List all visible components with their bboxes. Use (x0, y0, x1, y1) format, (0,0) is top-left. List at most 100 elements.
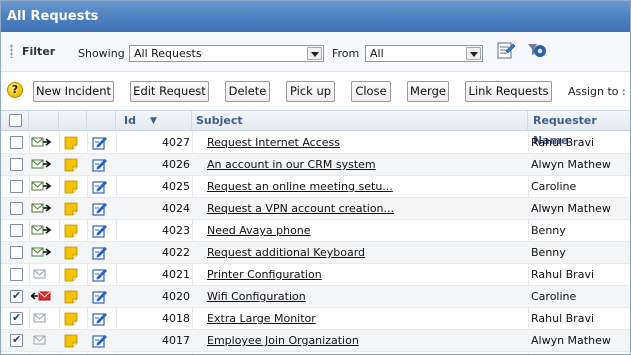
note-icon[interactable] (64, 158, 78, 172)
showing-label: Showing (78, 47, 125, 60)
request-subject-link[interactable]: An account in our CRM system (207, 158, 376, 171)
table-row[interactable]: 4026 An account in our CRM system Alwyn Ma… (1, 154, 630, 176)
edit-icon[interactable] (92, 246, 108, 260)
edit-icon[interactable] (92, 334, 108, 348)
filter-label: Filter (22, 45, 56, 58)
row-checkbox[interactable] (10, 224, 23, 237)
new-incident-button[interactable]: New Incident (33, 81, 114, 102)
note-icon[interactable] (64, 180, 78, 194)
row-checkbox[interactable] (10, 158, 23, 171)
requester-name: Alwyn Mathew (531, 202, 611, 215)
note-icon[interactable] (64, 334, 78, 348)
request-id: 4022 (162, 246, 190, 259)
request-id: 4027 (162, 136, 190, 149)
request-id: 4023 (162, 224, 190, 237)
request-subject-cell: Extra Large Monitor (207, 308, 525, 330)
edit-icon[interactable] (92, 312, 108, 326)
request-subject-link[interactable]: Request Internet Access (207, 136, 340, 149)
note-icon[interactable] (64, 224, 78, 238)
row-checkbox[interactable] (10, 289, 23, 303)
chevron-down-icon[interactable] (307, 47, 322, 60)
requester-column-header[interactable]: Requester Name (528, 111, 630, 147)
requester-name: Benny (531, 246, 566, 259)
request-id: 4020 (162, 290, 190, 303)
row-checkbox[interactable] (10, 246, 23, 259)
merge-button[interactable]: Merge (407, 81, 449, 102)
edit-icon[interactable] (92, 224, 108, 238)
showing-select-value: All Requests (134, 47, 202, 60)
table-row[interactable]: 4024 Request a VPN account creation... Alw… (1, 198, 630, 220)
requests-window: All Requests Filter Showing From All Req… (0, 0, 631, 355)
edit-request-button[interactable]: Edit Request (130, 81, 209, 102)
delete-button[interactable]: Delete (225, 81, 270, 102)
table-row[interactable]: 4020 Wifi Configuration Caroline (1, 286, 630, 308)
request-subject-cell: Wifi Configuration (207, 286, 525, 308)
request-id: 4021 (162, 268, 190, 281)
request-subject-link[interactable]: Employee Join Organization (207, 334, 359, 347)
row-checkbox[interactable] (10, 268, 23, 281)
requester-name: Rahul Bravi (531, 268, 595, 281)
edit-icon[interactable] (92, 158, 108, 172)
row-checkbox[interactable] (10, 180, 23, 193)
row-checkbox[interactable] (10, 202, 23, 215)
mail-forward-icon (31, 203, 52, 213)
from-select[interactable]: All (365, 45, 483, 62)
customize-view-icon[interactable] (494, 41, 516, 61)
mail-reply-icon (31, 291, 51, 301)
edit-icon[interactable] (92, 180, 108, 194)
table-row[interactable]: 4027 Request Internet Access Rahul Bravi (1, 132, 630, 154)
note-icon[interactable] (64, 202, 78, 216)
request-subject-link[interactable]: Wifi Configuration (207, 290, 306, 303)
select-all-header (1, 111, 29, 131)
note-icon[interactable] (64, 312, 78, 326)
chevron-down-icon[interactable] (466, 47, 481, 60)
id-column-header[interactable]: Id ▼ (116, 111, 192, 131)
request-subject-link[interactable]: Request an online meeting setu... (207, 180, 393, 193)
sort-descending-icon[interactable]: ▼ (150, 111, 157, 131)
edit-icon[interactable] (92, 268, 108, 282)
request-subject-cell: Request Internet Access (207, 132, 525, 154)
edit-icon[interactable] (92, 290, 108, 304)
mail-icon (33, 313, 46, 323)
table-row[interactable]: 4022 Request additional Keyboard Benny (1, 242, 630, 264)
edit-icon[interactable] (92, 136, 108, 150)
request-subject-link[interactable]: Need Avaya phone (207, 224, 311, 237)
table-row[interactable]: 4025 Request an online meeting setu... Car… (1, 176, 630, 198)
subject-column-header[interactable]: Subject (192, 111, 528, 131)
request-subject-link[interactable]: Printer Configuration (207, 268, 322, 281)
note-icon[interactable] (64, 268, 78, 282)
select-all-checkbox[interactable] (9, 114, 22, 127)
edit-icon[interactable] (92, 202, 108, 216)
request-subject-link[interactable]: Request additional Keyboard (207, 246, 365, 259)
requester-name: Caroline (531, 290, 577, 303)
filter-settings-icon[interactable] (527, 41, 549, 61)
request-subject-cell: Request an online meeting setu... (207, 176, 525, 198)
request-id: 4026 (162, 158, 190, 171)
close-button[interactable]: Close (351, 81, 391, 102)
request-subject-link[interactable]: Request a VPN account creation... (207, 202, 394, 215)
row-checkbox[interactable] (10, 311, 23, 325)
request-id: 4025 (162, 180, 190, 193)
table-row[interactable]: 4018 Extra Large Monitor Rahul Bravi (1, 308, 630, 330)
row-checkbox[interactable] (10, 136, 23, 149)
help-icon[interactable]: ? (7, 82, 23, 98)
note-icon[interactable] (64, 246, 78, 260)
assign-to-label: Assign to : (568, 85, 626, 98)
link-requests-button[interactable]: Link Requests (465, 81, 552, 102)
request-subject-cell: Printer Configuration (207, 264, 525, 286)
drag-grip-icon[interactable] (10, 44, 13, 58)
page-title: All Requests (1, 1, 630, 32)
request-subject-link[interactable]: Extra Large Monitor (207, 312, 316, 325)
note-icon[interactable] (64, 136, 78, 150)
pick-up-button[interactable]: Pick up (286, 81, 335, 102)
table-row[interactable]: 4017 Employee Join Organization Alwyn Math… (1, 330, 630, 352)
row-checkbox[interactable] (10, 333, 23, 347)
mail-icon (33, 335, 46, 345)
note-icon[interactable] (64, 290, 78, 304)
table-row[interactable]: 4023 Need Avaya phone Benny (1, 220, 630, 242)
request-subject-cell: Request additional Keyboard (207, 242, 525, 264)
showing-select[interactable]: All Requests (129, 45, 324, 62)
table-row[interactable]: 4021 Printer Configuration Rahul Bravi (1, 264, 630, 286)
request-subject-cell: An account in our CRM system (207, 154, 525, 176)
mail-forward-icon (31, 225, 52, 235)
